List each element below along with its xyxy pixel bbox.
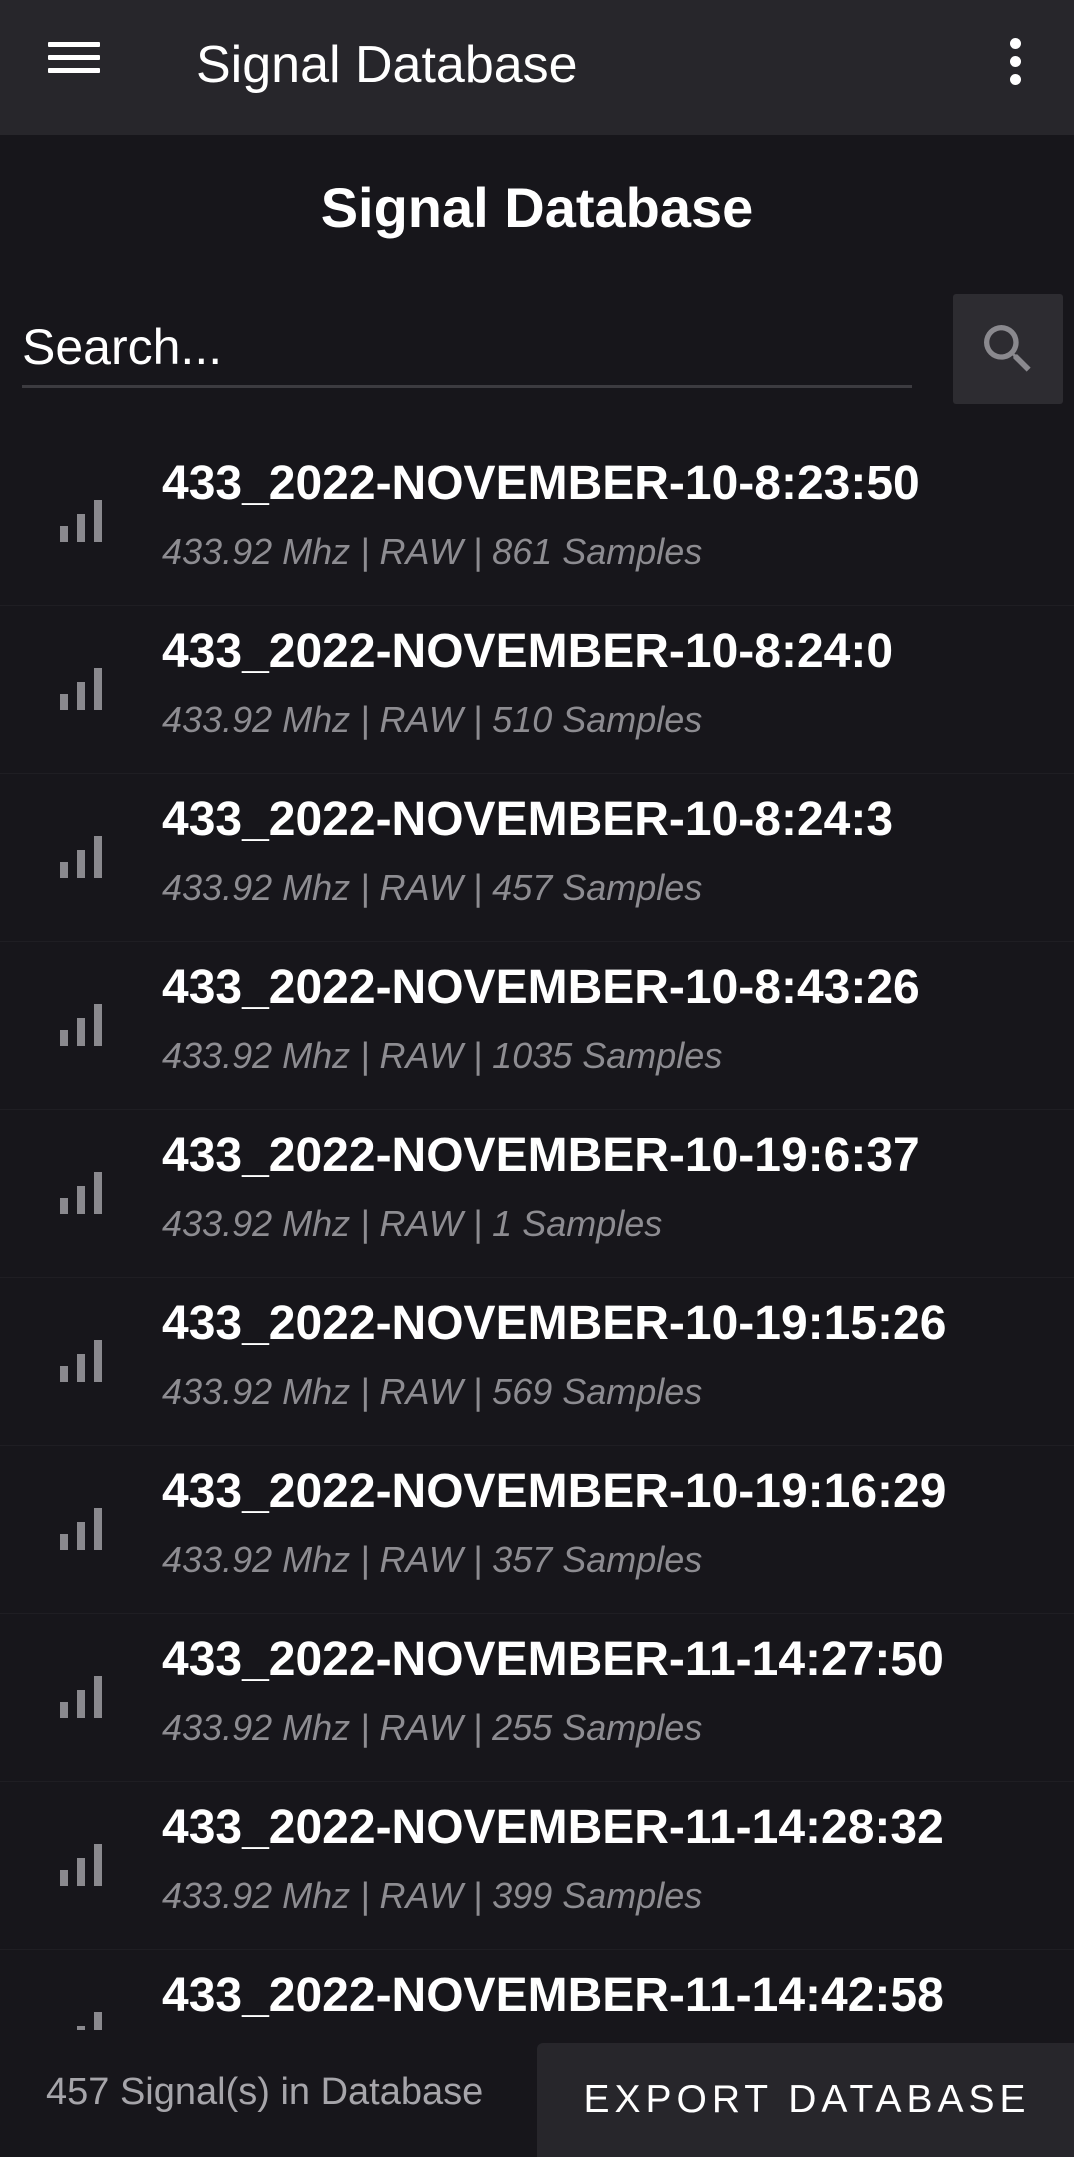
signal-details: 433.92 Mhz | RAW | 399 Samples [162, 1875, 703, 1916]
signal-details: 433.92 Mhz | RAW | 457 Samples [162, 867, 703, 908]
signal-list-item[interactable]: 433_2022-NOVEMBER-11-14:42:58 [0, 1950, 1074, 2030]
signal-details: 433.92 Mhz | RAW | 510 Samples [162, 699, 703, 740]
more-vert-icon[interactable] [985, 28, 1045, 104]
signal-name: 433_2022-NOVEMBER-11-14:27:50 [162, 1633, 944, 1686]
search-icon [984, 325, 1031, 372]
signal-list-item[interactable]: 433_2022-NOVEMBER-11-14:28:32 433.92 Mhz … [0, 1782, 1074, 1950]
signal-details: 433.92 Mhz | RAW | 1 Samples [162, 1203, 663, 1244]
export-database-button[interactable]: EXPORT DATABASE [537, 2043, 1074, 2157]
signal-strength-icon [58, 834, 104, 880]
page-title: Signal Database [320, 176, 754, 239]
signal-details: 433.92 Mhz | RAW | 861 Samples [162, 531, 703, 572]
signal-name: 433_2022-NOVEMBER-10-19:15:26 [162, 1297, 947, 1350]
hamburger-menu-icon[interactable] [38, 32, 110, 104]
signal-name: 433_2022-NOVEMBER-10-19:16:29 [162, 1465, 947, 1518]
signal-list-item[interactable]: 433_2022-NOVEMBER-10-8:24:0 433.92 Mhz | … [0, 606, 1074, 774]
search-button[interactable] [953, 294, 1063, 404]
signal-list-item[interactable]: 433_2022-NOVEMBER-10-8:24:3 433.92 Mhz | … [0, 774, 1074, 942]
signal-list-item[interactable]: 433_2022-NOVEMBER-10-19:16:29 433.92 Mhz … [0, 1446, 1074, 1614]
app-bar-title: Signal Database [196, 36, 578, 94]
signal-strength-icon [58, 1674, 104, 1720]
signal-details: 433.92 Mhz | RAW | 1035 Samples [162, 1035, 723, 1076]
signal-strength-icon [58, 498, 104, 544]
signal-name: 433_2022-NOVEMBER-10-8:23:50 [162, 457, 920, 510]
signal-details: 433.92 Mhz | RAW | 569 Samples [162, 1371, 703, 1412]
signal-list-item[interactable]: 433_2022-NOVEMBER-10-8:23:50 433.92 Mhz |… [0, 438, 1074, 606]
signal-details: 433.92 Mhz | RAW | 357 Samples [162, 1539, 703, 1580]
signal-name: 433_2022-NOVEMBER-10-8:43:26 [162, 961, 920, 1014]
signal-name: 433_2022-NOVEMBER-10-19:6:37 [162, 1129, 920, 1182]
signal-strength-icon [58, 2010, 104, 2030]
search-input[interactable] [22, 308, 912, 388]
signal-name: 433_2022-NOVEMBER-10-8:24:3 [162, 793, 894, 846]
signal-list-item[interactable]: 433_2022-NOVEMBER-10-19:15:26 433.92 Mhz … [0, 1278, 1074, 1446]
signal-strength-icon [58, 1842, 104, 1888]
signal-strength-icon [58, 666, 104, 712]
signal-strength-icon [58, 1506, 104, 1552]
signal-list-item[interactable]: 433_2022-NOVEMBER-10-19:6:37 433.92 Mhz |… [0, 1110, 1074, 1278]
signal-name: 433_2022-NOVEMBER-10-8:24:0 [162, 625, 894, 678]
signal-details: 433.92 Mhz | RAW | 255 Samples [162, 1707, 703, 1748]
signal-list-item[interactable]: 433_2022-NOVEMBER-11-14:27:50 433.92 Mhz … [0, 1614, 1074, 1782]
signal-strength-icon [58, 1002, 104, 1048]
signal-strength-icon [58, 1338, 104, 1384]
signal-list: 433_2022-NOVEMBER-10-8:23:50 433.92 Mhz |… [0, 438, 1074, 2030]
signal-name: 433_2022-NOVEMBER-11-14:28:32 [162, 1801, 944, 1854]
signal-name: 433_2022-NOVEMBER-11-14:42:58 [162, 1969, 944, 2022]
signal-count-label: 457 Signal(s) in Database [46, 2071, 484, 2113]
signal-list-item[interactable]: 433_2022-NOVEMBER-10-8:43:26 433.92 Mhz |… [0, 942, 1074, 1110]
signal-strength-icon [58, 1170, 104, 1216]
app-bar: Signal Database [0, 0, 1074, 135]
